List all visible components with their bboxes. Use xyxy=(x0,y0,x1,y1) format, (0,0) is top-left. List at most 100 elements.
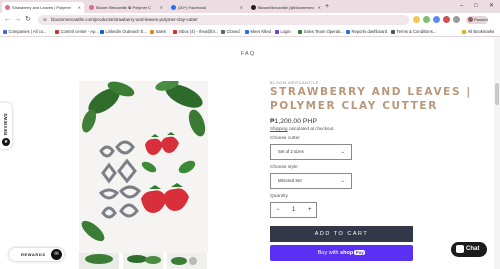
site-info-icon[interactable]: ⊜ xyxy=(43,15,47,25)
shipping-note: Shipping calculated at checkout. xyxy=(270,126,335,131)
quantity-increase-button[interactable]: + xyxy=(308,203,312,217)
bookmark-favicon-icon xyxy=(391,30,395,34)
style-label: Choose style xyxy=(270,165,298,170)
bookmark-item[interactable]: Control center - Ap... xyxy=(55,28,99,36)
bookmark-favicon-icon xyxy=(173,30,177,34)
tab-strawberry[interactable]: Strawberry and Leaves | Polymer ✕ xyxy=(2,2,84,13)
bookmark-item[interactable]: Companies | All co... xyxy=(3,28,47,36)
browser-tab-bar: Strawberry and Leaves | Polymer ✕ Bloom … xyxy=(0,0,500,13)
bookmark-label: Control center - Ap... xyxy=(60,29,99,34)
add-to-cart-button[interactable]: ADD TO CART xyxy=(270,226,413,242)
bookmark-label: All Bookmarks xyxy=(467,29,495,34)
reload-button[interactable]: ↻ xyxy=(25,15,31,25)
bookmark-item[interactable]: Meet Allied xyxy=(245,28,271,36)
extension-icon[interactable] xyxy=(423,16,430,23)
star-icon: ★ xyxy=(2,138,10,146)
bookmark-item[interactable]: Login xyxy=(275,28,291,36)
chevron-down-icon: ⌄ xyxy=(340,178,345,184)
quantity-label: Quantity xyxy=(270,194,288,199)
bookmark-item[interactable]: Sales Team Operati... xyxy=(298,28,344,36)
maximize-button[interactable]: □ xyxy=(474,2,478,11)
style-select-value: Mirrored Set xyxy=(278,178,302,183)
page-scrollbar[interactable] xyxy=(494,37,500,269)
bookmark-favicon-icon xyxy=(346,30,350,34)
tab-label: Bloom Mercantile ✿ Polymer C xyxy=(96,5,152,10)
extensions-puzzle-icon[interactable] xyxy=(453,16,460,23)
chat-label: Chat xyxy=(466,246,480,252)
bookmark-label: Sales xyxy=(155,29,166,34)
rewards-launcher[interactable]: REWARDS ✉ xyxy=(9,248,64,261)
product-title: STRAWBERRY AND LEAVES | POLYMER CLAY CUT… xyxy=(270,86,472,112)
tab-facebook[interactable]: (20+) Facebook ✕ xyxy=(168,2,246,13)
close-tab-icon[interactable]: ✕ xyxy=(238,5,243,10)
bookmark-favicon-icon xyxy=(150,30,154,34)
minimize-button[interactable]: – xyxy=(460,2,463,11)
close-window-button[interactable]: ✕ xyxy=(489,2,494,11)
product-photo-svg xyxy=(79,81,208,253)
close-tab-icon[interactable]: ✕ xyxy=(158,5,163,10)
shop-pay-button[interactable]: Buy with shop Pay xyxy=(270,245,413,261)
close-tab-icon[interactable]: ✕ xyxy=(76,5,81,10)
reviews-tab-label: REVIEWS xyxy=(3,112,8,135)
bookmark-label: Inbox (4) - rhea@bl... xyxy=(178,29,219,34)
tab-instagram[interactable]: BloomMercantile (@bloommerc ✕ xyxy=(248,2,324,13)
bookmark-favicon-icon xyxy=(275,30,279,34)
style-select[interactable]: Mirrored Set ⌄ xyxy=(270,173,352,189)
chevron-down-icon: ⌄ xyxy=(340,149,345,155)
product-image[interactable] xyxy=(79,81,208,253)
bookmark-label: Meet Allied xyxy=(250,29,271,34)
bookmark-item[interactable]: Closed xyxy=(221,28,240,36)
shipping-link[interactable]: Shipping xyxy=(270,126,288,131)
bookmark-item[interactable]: Inbox (4) - rhea@bl... xyxy=(173,28,218,36)
cutter-select[interactable]: Set of 2 sizes ⌄ xyxy=(270,144,352,160)
bloom-favicon-icon xyxy=(89,5,94,10)
facebook-favicon-icon xyxy=(171,5,176,10)
bookmark-item[interactable]: Reports dashboard xyxy=(346,28,387,36)
bookmark-favicon-icon xyxy=(245,30,249,34)
bookmark-label: Login xyxy=(280,29,291,34)
rewards-label: REWARDS xyxy=(21,252,46,257)
bookmark-label: Linkedin Outreach E... xyxy=(105,29,147,34)
bookmarks-bar: Companies | All co... Control center - A… xyxy=(0,27,500,37)
back-button[interactable]: ← xyxy=(4,15,11,25)
thumbnail[interactable] xyxy=(123,253,163,269)
extension-icon[interactable] xyxy=(443,16,450,23)
thumbnail[interactable] xyxy=(167,253,207,269)
cutter-label: Choose cutter xyxy=(270,136,300,141)
bookmark-item[interactable]: Linkedin Outreach E... xyxy=(100,28,147,36)
bookmark-favicon-icon xyxy=(3,30,7,34)
chat-button[interactable]: Chat xyxy=(451,242,487,257)
reviews-tab[interactable]: REVIEWS ★ xyxy=(0,103,12,149)
quantity-decrease-button[interactable]: − xyxy=(276,203,280,217)
quantity-input[interactable]: 1 xyxy=(292,203,295,217)
new-tab-button[interactable]: + xyxy=(325,2,329,12)
nav-link-faq[interactable]: FAQ xyxy=(241,51,255,57)
shipping-note-text: calculated at checkout. xyxy=(287,126,335,131)
profile-button[interactable]: Paused xyxy=(466,16,488,24)
gift-icon: ✉ xyxy=(51,249,62,260)
bookmark-star-icon[interactable] xyxy=(413,16,420,23)
scrollbar-thumb[interactable] xyxy=(495,83,499,105)
forward-button[interactable]: → xyxy=(14,15,21,25)
thumbnail[interactable] xyxy=(79,253,119,269)
all-bookmarks-button[interactable]: All Bookmarks xyxy=(462,28,494,36)
folder-icon xyxy=(462,30,466,34)
bookmark-label: Terms & Conditions... xyxy=(396,29,437,34)
url-input[interactable]: ⊜ bloommercantile.com/products/strawberr… xyxy=(38,15,409,25)
quantity-stepper: − 1 + xyxy=(270,202,317,218)
bookmark-item[interactable]: Sales xyxy=(150,28,166,36)
address-bar-row: ← → ↻ ⊜ bloommercantile.com/products/str… xyxy=(0,13,500,27)
tab-label: BloomMercantile (@bloommerc xyxy=(258,5,315,10)
bookmark-label: Companies | All co... xyxy=(8,29,47,34)
shop-pay-logo: shop xyxy=(340,250,354,256)
bookmark-favicon-icon xyxy=(55,30,59,34)
tab-bloom-mercantile[interactable]: Bloom Mercantile ✿ Polymer C ✕ xyxy=(86,2,166,13)
close-tab-icon[interactable]: ✕ xyxy=(316,5,321,10)
bookmark-item[interactable]: Terms & Conditions... xyxy=(391,28,436,36)
buy-with-label: Buy with xyxy=(317,250,339,256)
extension-icon[interactable] xyxy=(433,16,440,23)
bookmark-label: Reports dashboard xyxy=(351,29,388,34)
bookmark-label: Closed xyxy=(226,29,240,34)
bookmark-label: Sales Team Operati... xyxy=(303,29,344,34)
profile-status: Paused xyxy=(474,17,488,22)
